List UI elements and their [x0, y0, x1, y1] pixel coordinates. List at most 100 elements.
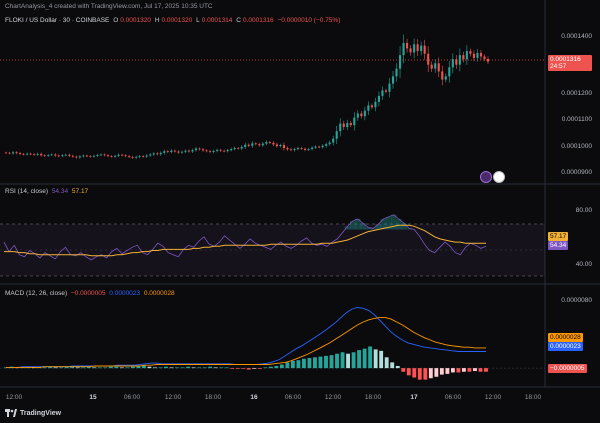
macd-signal-badge: 0.0000028 — [548, 333, 583, 342]
candle-body — [138, 156, 141, 157]
macd-hist-bar — [439, 368, 444, 375]
candle-body — [68, 154, 71, 156]
macd-hist-bar — [81, 367, 86, 369]
candle-body — [437, 63, 440, 72]
candle-body — [149, 154, 152, 156]
candle-body — [205, 150, 208, 152]
rsi-axis-label: 40.00 — [575, 261, 592, 268]
chart-canvas[interactable] — [0, 0, 600, 423]
candle-body — [402, 42, 405, 56]
time-axis-label: 06:00 — [284, 394, 302, 401]
candle-body — [233, 147, 236, 150]
candle-body — [268, 142, 271, 143]
macd-hist-bar — [208, 366, 213, 369]
time-axis-label: 15 — [89, 394, 97, 401]
candle-body — [180, 151, 183, 153]
time-axis-label: 16 — [250, 394, 258, 401]
candle-body — [303, 148, 307, 150]
candle-body — [216, 149, 219, 151]
rsi-ma-badge: 57.17 — [548, 232, 569, 241]
macd-hist-bar — [302, 358, 306, 369]
macd-hist-bar — [92, 367, 97, 369]
candle-body — [300, 147, 303, 149]
close-value: 0.0001316 — [242, 17, 274, 24]
candle-body — [92, 155, 96, 157]
macd-hist-bar — [53, 367, 58, 369]
candle-body — [444, 76, 447, 80]
candle-body — [184, 150, 187, 152]
candle-body — [47, 155, 50, 156]
candle-body — [152, 153, 155, 155]
candle-body — [50, 154, 53, 156]
candle-body — [462, 55, 465, 60]
rsi-axis-label: 80.00 — [575, 207, 592, 214]
macd-hist-bar — [423, 368, 428, 380]
symbol-label[interactable]: FLOKI / US Dollar · 30 · COINBASE — [5, 17, 109, 24]
us-flag-icon[interactable] — [493, 171, 505, 183]
candle-body — [209, 151, 212, 153]
macd-hist-bar — [279, 364, 284, 369]
candle-body — [311, 147, 314, 150]
macd-hist-bar — [119, 367, 124, 369]
candle-body — [82, 155, 85, 157]
candle-body — [106, 155, 110, 157]
macd-hist-bar — [445, 368, 450, 374]
candle-body — [117, 154, 120, 156]
candle-body — [349, 123, 352, 126]
candle-body — [391, 76, 395, 84]
macd-hist-bar — [125, 367, 130, 369]
candle-body — [142, 156, 145, 157]
candle-body — [293, 149, 296, 151]
candle-body — [258, 144, 261, 146]
candle-body — [85, 155, 88, 157]
candle-body — [381, 90, 384, 96]
macd-hist-bar — [456, 368, 461, 373]
candle-body — [479, 52, 483, 57]
macd-hist-bar — [158, 367, 163, 369]
candle-body — [194, 148, 198, 151]
low-label: L — [196, 17, 200, 24]
candle-body — [75, 156, 78, 158]
macd-hist-value: −0.0000005 — [70, 290, 106, 297]
candle-body — [173, 150, 176, 152]
close-label: C — [236, 17, 241, 24]
macd-line — [6, 307, 486, 368]
candle-body — [328, 142, 331, 145]
candle-body — [296, 147, 300, 150]
macd-hist-bar — [97, 367, 102, 369]
open-value: 0.0001320 — [120, 17, 151, 24]
event-icon[interactable] — [480, 171, 492, 183]
time-axis-label: 06:00 — [444, 394, 462, 401]
candle-body — [71, 155, 74, 157]
macd-hist-bar — [346, 353, 350, 369]
candle-body — [166, 151, 169, 153]
candle-body — [318, 146, 321, 148]
macd-indicator-name[interactable]: MACD (12, 26, close) — [5, 290, 67, 297]
macd-hist-bar — [153, 367, 157, 369]
candle-body — [64, 154, 67, 156]
macd-hist-bar — [351, 352, 356, 369]
macd-hist-bar — [467, 368, 472, 372]
candle-body — [145, 155, 148, 157]
candle-body — [135, 156, 138, 158]
candle-body — [96, 155, 99, 156]
low-value: 0.0001314 — [201, 17, 233, 24]
candles-group — [4, 34, 490, 159]
tradingview-logo[interactable]: TradingView — [5, 409, 61, 417]
macd-hist-bar — [241, 368, 246, 369]
candle-body — [289, 149, 293, 151]
macd-hist-bar — [329, 355, 334, 369]
macd-hist-bar — [417, 368, 422, 380]
candle-body — [388, 83, 391, 92]
time-axis-label: 18:00 — [204, 394, 222, 401]
candle-body — [427, 53, 430, 65]
macd-hist-bar — [373, 349, 378, 369]
macd-hist-bar — [103, 367, 108, 369]
macd-hist-bar — [362, 348, 367, 369]
macd-hist-bar — [357, 350, 362, 369]
macd-hist-bar — [191, 367, 196, 369]
macd-signal-line — [6, 317, 486, 368]
time-axis-label: 12:00 — [164, 394, 182, 401]
rsi-indicator-name[interactable]: RSI (14, close) — [5, 188, 48, 195]
rsi-value: 54.34 — [51, 188, 69, 195]
